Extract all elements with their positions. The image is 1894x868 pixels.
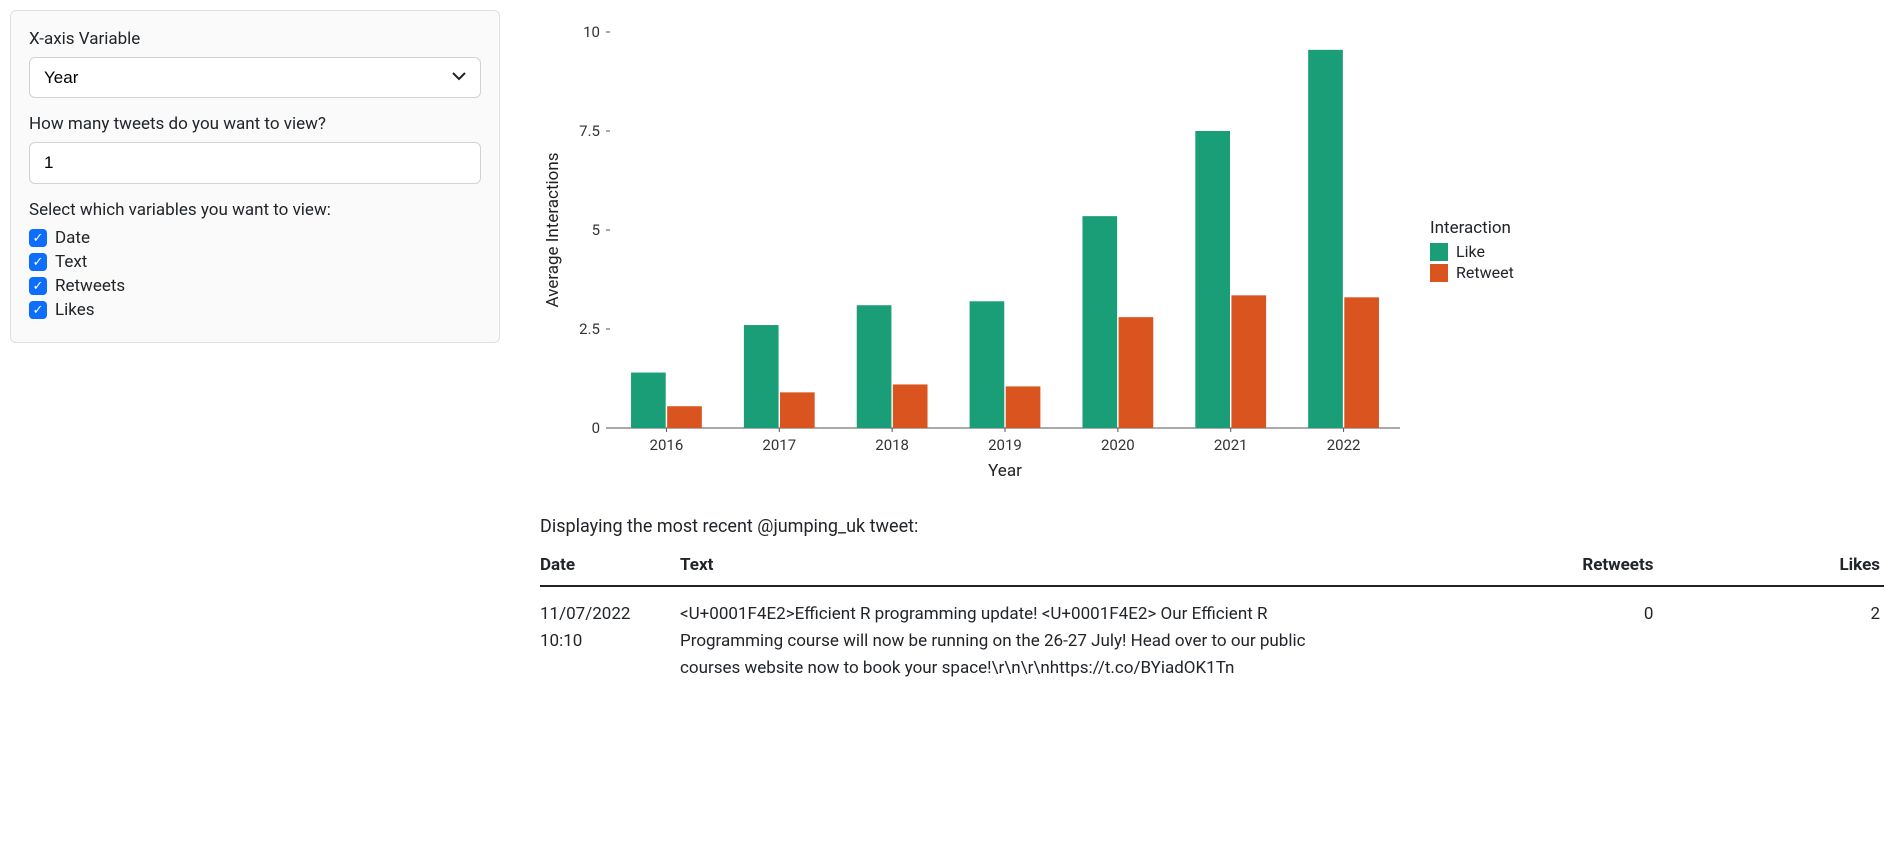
legend-title: Interaction <box>1430 218 1514 238</box>
svg-text:2.5: 2.5 <box>579 320 600 338</box>
checkbox-label: Retweets <box>55 276 125 296</box>
legend-swatch <box>1430 243 1448 261</box>
col-date: Date <box>540 547 680 586</box>
svg-text:Year: Year <box>988 461 1022 481</box>
legend-item: Retweet <box>1430 263 1514 282</box>
col-text: Text <box>680 547 1320 586</box>
xaxis-label: X-axis Variable <box>29 29 481 49</box>
checkbox-date[interactable]: ✓ Date <box>29 228 481 248</box>
checkbox-box[interactable]: ✓ <box>29 253 47 271</box>
svg-text:2017: 2017 <box>762 436 796 454</box>
cell-likes: 2 <box>1657 586 1884 697</box>
legend-item: Like <box>1430 242 1514 261</box>
cell-date: 11/07/202210:10 <box>540 586 680 697</box>
cell-retweets: 0 <box>1320 586 1657 697</box>
check-icon: ✓ <box>33 232 44 245</box>
xaxis-select[interactable]: Year <box>29 57 481 98</box>
legend-swatch <box>1430 264 1448 282</box>
checkbox-label: Text <box>55 252 87 272</box>
legend-label: Like <box>1456 242 1485 261</box>
svg-text:2021: 2021 <box>1214 436 1248 454</box>
col-retweets: Retweets <box>1320 547 1657 586</box>
svg-text:0: 0 <box>592 419 600 437</box>
check-icon: ✓ <box>33 256 44 269</box>
result-caption: Displaying the most recent @jumping_uk t… <box>540 516 1884 537</box>
svg-text:10: 10 <box>583 23 600 41</box>
bar-chart: 0 2.5 5 7.5 10 2016 2017 2018 2019 2020 2021 2022 Ye… <box>540 14 1410 488</box>
svg-text:Average Interactions: Average Interactions <box>543 153 563 308</box>
chart-svg: 0 2.5 5 7.5 10 2016 2017 2018 2019 2020 2021 2022 Ye… <box>540 14 1410 484</box>
checkbox-box[interactable]: ✓ <box>29 277 47 295</box>
checkbox-label: Date <box>55 228 90 248</box>
checkbox-label: Likes <box>55 300 95 320</box>
svg-text:2018: 2018 <box>875 436 909 454</box>
controls-panel: X-axis Variable Year How many tweets do … <box>10 10 500 343</box>
checkbox-box[interactable]: ✓ <box>29 301 47 319</box>
svg-text:7.5: 7.5 <box>579 122 600 140</box>
checkbox-text[interactable]: ✓ Text <box>29 252 481 272</box>
vars-label: Select which variables you want to view: <box>29 200 481 220</box>
checkbox-retweets[interactable]: ✓ Retweets <box>29 276 481 296</box>
table-row: 11/07/202210:10<U+0001F4E2>Efficient R p… <box>540 586 1884 697</box>
chart-legend: Interaction Like Retweet <box>1430 218 1514 284</box>
svg-text:2016: 2016 <box>650 436 684 454</box>
col-likes: Likes <box>1657 547 1884 586</box>
legend-label: Retweet <box>1456 263 1514 282</box>
tweet-count-input[interactable] <box>29 142 481 184</box>
cell-text: <U+0001F4E2>Efficient R programming upda… <box>680 586 1320 697</box>
checkbox-likes[interactable]: ✓ Likes <box>29 300 481 320</box>
svg-text:2022: 2022 <box>1327 436 1361 454</box>
tweets-table: Date Text Retweets Likes 11/07/202210:10… <box>540 547 1884 697</box>
checkbox-box[interactable]: ✓ <box>29 229 47 247</box>
tweet-count-label: How many tweets do you want to view? <box>29 114 481 134</box>
check-icon: ✓ <box>33 280 44 293</box>
svg-text:2020: 2020 <box>1101 436 1135 454</box>
svg-text:2019: 2019 <box>988 436 1022 454</box>
check-icon: ✓ <box>33 304 44 317</box>
svg-text:5: 5 <box>592 221 600 239</box>
